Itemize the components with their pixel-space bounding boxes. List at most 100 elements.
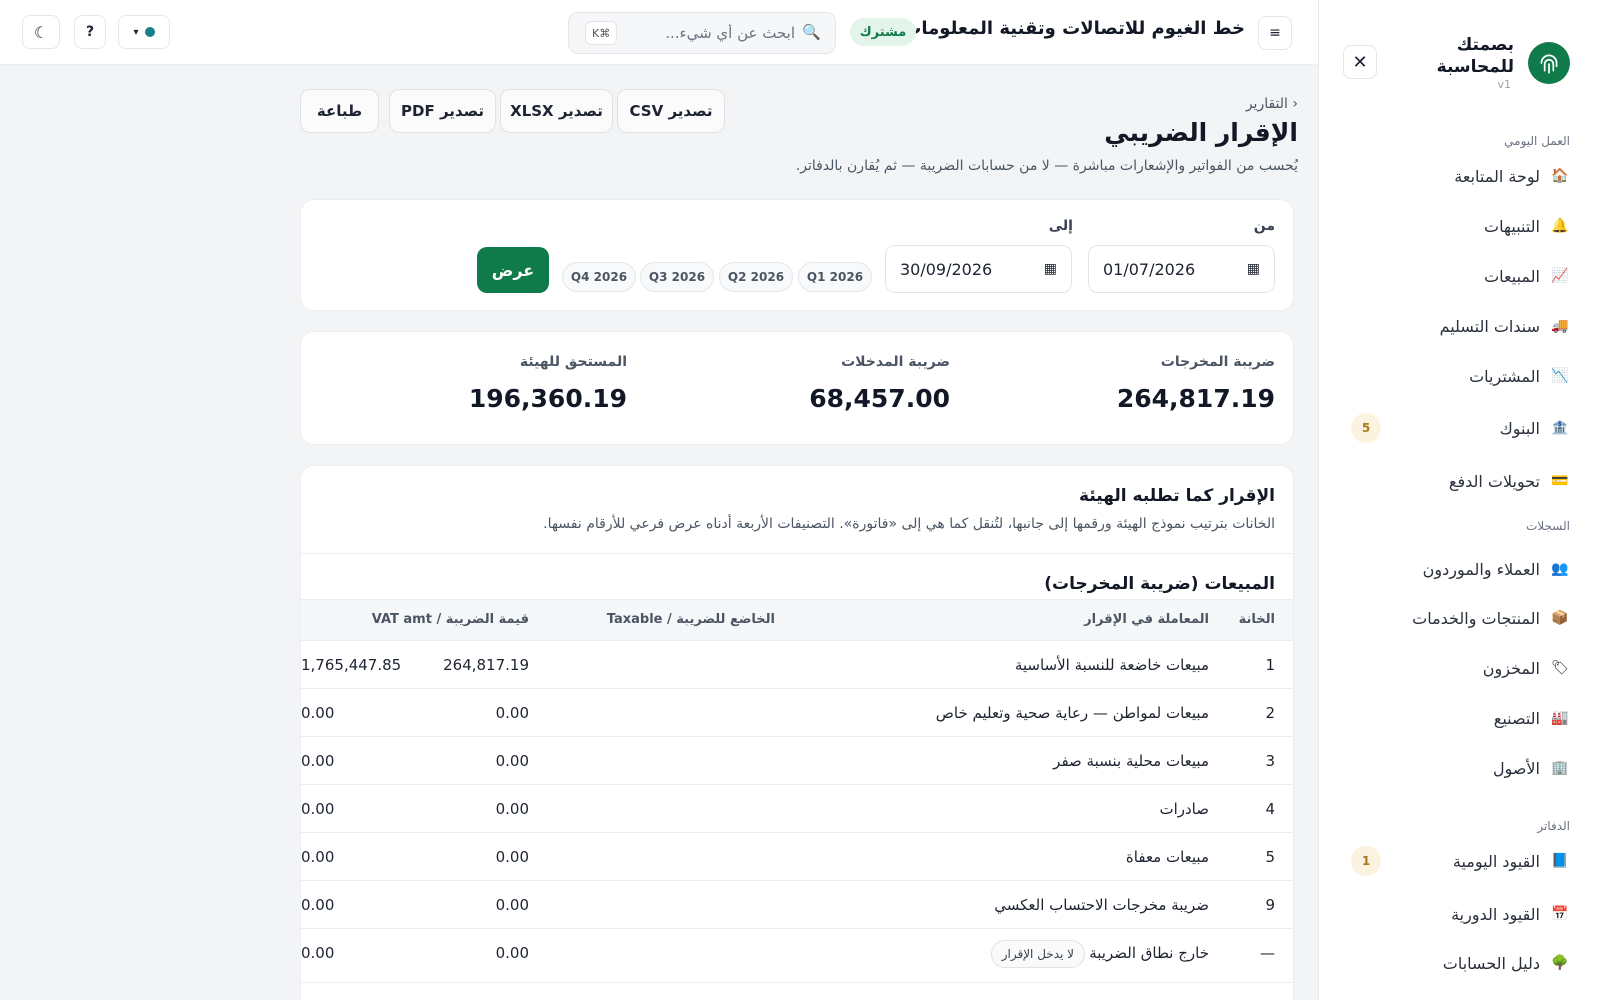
theme-toggle-button[interactable]: ☾ xyxy=(22,15,60,49)
table-row[interactable]: 1 مبيعات خاضعة للنسبة الأساسية 1,765,447.8… xyxy=(301,641,1293,689)
due-label: المستحق للهيئة xyxy=(519,354,627,370)
factory-icon: 🏭 xyxy=(1551,710,1569,726)
menu-button[interactable]: ≡ xyxy=(1258,16,1292,50)
show-button[interactable]: عرض xyxy=(477,247,549,293)
taxable-cell: 0.00 xyxy=(301,752,335,770)
declaration-title: الإقرار كما تطلبه الهيئة xyxy=(1079,486,1275,506)
book-icon: 📘 xyxy=(1551,853,1569,869)
taxable-cell: 1,765,447.85 xyxy=(301,656,402,674)
calendar-icon: ▦ xyxy=(1246,261,1260,277)
sidebar-item-card[interactable]: 💳 تحويلات الدفع xyxy=(1350,466,1570,496)
page-description: يُحسب من الفواتير والإشعارات مباشرة — لا… xyxy=(795,158,1298,174)
fingerprint-logo-icon xyxy=(1528,42,1570,84)
brand-name: بصمتك للمحاسبة xyxy=(1436,35,1514,77)
table-row[interactable]: 9 ضريبة مخرجات الاحتساب العكسي 0.00 0.00 xyxy=(301,881,1293,929)
table-row[interactable]: 5 مبيعات معفاة 0.00 0.00 xyxy=(301,833,1293,881)
box-cell: 9 xyxy=(1265,896,1275,914)
quarter-chip-q1[interactable]: Q1 2026 xyxy=(798,262,872,292)
sidebar-item-label: المخزون xyxy=(1482,658,1540,678)
house-icon: 🏠 xyxy=(1551,168,1569,184)
to-label: إلى xyxy=(1048,218,1073,234)
sidebar-item-label: المبيعات xyxy=(1484,266,1540,286)
export-pdf-button[interactable]: تصدير PDF xyxy=(389,89,496,133)
from-label: من xyxy=(1253,218,1275,234)
chart-down-icon: 📉 xyxy=(1551,368,1569,384)
help-button[interactable]: ? xyxy=(74,15,106,49)
box-cell: 1 xyxy=(1265,656,1275,674)
breadcrumb[interactable]: ‹ التقارير xyxy=(1100,96,1298,112)
sidebar-item-truck[interactable]: 🚚 سندات التسليم xyxy=(1350,311,1570,341)
table-row[interactable]: 4 صادرات 0.00 0.00 xyxy=(301,785,1293,833)
package-icon: 📦 xyxy=(1551,610,1569,626)
box-cell: 5 xyxy=(1265,848,1275,866)
table-row[interactable]: — خارج نطاق الضريبة 0.00 0.00 لا يدخل الإقرا… xyxy=(301,929,1293,983)
box-cell: 3 xyxy=(1265,752,1275,770)
sidebar-item-bell[interactable]: 🔔 التنبيهات xyxy=(1350,211,1570,241)
sidebar-item-book[interactable]: 📘 القيود اليومية xyxy=(1350,846,1570,876)
vat-cell: 0.00 xyxy=(495,704,529,722)
count-badge: 1 xyxy=(1351,846,1381,876)
sidebar-item-building[interactable]: 🏢 الأصول xyxy=(1350,753,1570,783)
export-csv-button[interactable]: تصدير CSV xyxy=(617,89,725,133)
sidebar-item-chart-up[interactable]: 📈 المبيعات xyxy=(1350,261,1570,291)
bank-icon: 🏦 xyxy=(1551,420,1569,436)
from-date-value: 01/07/2026 xyxy=(1103,259,1196,279)
sidebar-item-label: العملاء والموردون xyxy=(1422,559,1540,579)
sidebar-item-chart-down[interactable]: 📉 المشتريات xyxy=(1350,361,1570,391)
output-vat-label: ضريبة المخرجات xyxy=(1160,354,1275,370)
status-dot-icon xyxy=(144,27,155,37)
transaction-cell: مبيعات لمواطن — رعاية صحية وتعليم خاص xyxy=(935,704,1209,722)
print-button[interactable]: طباعة xyxy=(300,89,379,133)
output-vat-value: 264,817.19 xyxy=(1116,384,1275,413)
table-header: الخانة المعاملة في الإقرار الخاضع للضريب… xyxy=(301,599,1293,641)
page-title: الإقرار الضريبي xyxy=(1104,118,1298,147)
taxable-cell: 0.00 xyxy=(301,848,335,866)
sidebar-item-factory[interactable]: 🏭 التصنيع xyxy=(1350,703,1570,733)
sidebar-item-label: المشتريات xyxy=(1469,366,1540,386)
column-header-taxable: الخاضع للضريبة / Taxable xyxy=(606,612,775,627)
table-title: المبيعات (ضريبة المخرجات) xyxy=(1044,574,1275,594)
transaction-cell: مبيعات محلية بنسبة صفر xyxy=(1053,752,1209,770)
question-icon: ? xyxy=(85,24,95,40)
status-dropdown-button[interactable]: ▾ xyxy=(118,15,170,49)
column-header-box: الخانة xyxy=(1238,612,1275,627)
sidebar-item-label: المنتجات والخدمات xyxy=(1412,608,1540,628)
sidebar-item-house[interactable]: 🏠 لوحة المتابعة xyxy=(1350,161,1570,191)
transaction-cell: ضريبة مخرجات الاحتساب العكسي xyxy=(994,896,1209,914)
column-header-transaction: المعاملة في الإقرار xyxy=(1084,612,1209,627)
calendar-icon: ▦ xyxy=(1043,261,1057,277)
sidebar-item-package[interactable]: 📦 المنتجات والخدمات xyxy=(1350,603,1570,633)
close-sidebar-button[interactable]: ✕ xyxy=(1343,45,1377,79)
transaction-cell: صادرات xyxy=(1159,800,1209,818)
table-row[interactable]: 2 مبيعات لمواطن — رعاية صحية وتعليم خاص 0.… xyxy=(301,689,1293,737)
taxable-cell: 0.00 xyxy=(301,800,335,818)
section-title-books: الدفاتر xyxy=(1537,819,1570,833)
sidebar-item-people[interactable]: 👥 العملاء والموردون xyxy=(1350,554,1570,584)
export-xlsx-button[interactable]: تصدير XLSX xyxy=(500,89,613,133)
column-header-vat: قيمة الضريبة / VAT amt xyxy=(371,612,529,627)
section-title-records: السجلات xyxy=(1526,519,1570,533)
quarter-chip-q4[interactable]: Q4 2026 xyxy=(562,262,636,292)
sidebar-item-calendar[interactable]: 📅 القيود الدورية xyxy=(1350,899,1570,929)
close-icon: ✕ xyxy=(1352,51,1368,73)
search-input[interactable] xyxy=(615,22,795,44)
from-date-input[interactable]: 01/07/2026 ▦ xyxy=(1088,245,1275,293)
truck-icon: 🚚 xyxy=(1551,318,1569,334)
search-box[interactable]: 🔍 K⌘ xyxy=(568,12,836,54)
transaction-cell: خارج نطاق الضريبة xyxy=(1089,944,1209,962)
table-row[interactable]: 3 مبيعات محلية بنسبة صفر 0.00 0.00 xyxy=(301,737,1293,785)
transaction-cell: مبيعات معفاة xyxy=(1125,848,1209,866)
sidebar-item-tree[interactable]: 🌳 دليل الحسابات xyxy=(1350,948,1570,978)
quarter-chip-q3[interactable]: Q3 2026 xyxy=(640,262,714,292)
sidebar-item-label: دليل الحسابات xyxy=(1442,953,1540,973)
chart-up-icon: 📈 xyxy=(1551,268,1569,284)
sidebar-item-label: التنبيهات xyxy=(1484,216,1540,236)
excluded-badge: لا يدخل الإقرار xyxy=(990,940,1085,968)
sidebar-item-bank[interactable]: 🏦 البنوك xyxy=(1350,413,1570,443)
transaction-cell: مبيعات خاضعة للنسبة الأساسية xyxy=(1014,656,1209,674)
quarter-chip-q2[interactable]: Q2 2026 xyxy=(719,262,793,292)
declaration-description: الخانات بترتيب نموذج الهيئة ورقمها إلى ج… xyxy=(543,516,1275,532)
sidebar-item-tag[interactable]: 🏷 المخزون xyxy=(1350,653,1570,683)
vat-cell: 0.00 xyxy=(495,896,529,914)
to-date-input[interactable]: 30/09/2026 ▦ xyxy=(885,245,1072,293)
